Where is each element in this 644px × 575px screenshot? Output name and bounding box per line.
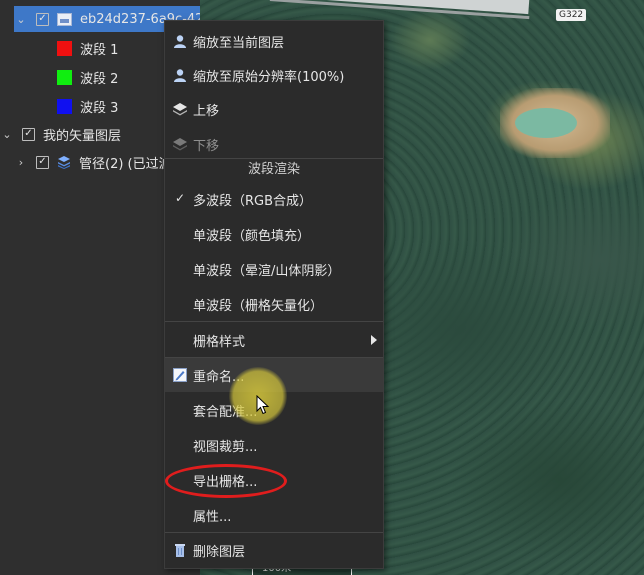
raster-layer-icon	[57, 12, 72, 26]
user-icon	[173, 34, 187, 48]
tree-item-band-2[interactable]: 波段 2	[57, 64, 118, 90]
pipeline-layer-checkbox[interactable]: ✓	[36, 155, 49, 169]
layer-checkbox[interactable]: ✓	[36, 12, 49, 26]
band-render-header: 波段渲染	[247, 162, 300, 177]
trash-icon	[173, 543, 187, 557]
band-1-swatch	[57, 40, 72, 56]
band-3-swatch	[57, 98, 72, 114]
edit-icon	[173, 368, 187, 382]
menu-delete-layer[interactable]: 删除图层	[165, 533, 383, 567]
layers-down-icon	[173, 137, 187, 151]
user-icon	[173, 68, 187, 82]
chevron-right-icon[interactable]: ›	[14, 155, 28, 169]
export-highlight-circle	[165, 464, 287, 498]
vector-group-checkbox[interactable]: ✓	[22, 127, 35, 141]
pond	[515, 108, 577, 138]
menu-separator	[165, 321, 383, 322]
band-1-label: 波段 1	[80, 42, 119, 58]
band-2-swatch	[57, 69, 72, 85]
pipeline-layer-label: 管径(2) (已过滤	[79, 156, 172, 172]
mouse-pointer-icon	[256, 394, 270, 419]
menu-multiband-rgb[interactable]: ✓ 多波段（RGB合成）	[165, 182, 383, 216]
menu-single-hillshade[interactable]: 单波段（晕渲/山体阴影）	[165, 252, 383, 286]
layers-up-icon	[173, 102, 187, 116]
menu-move-up[interactable]: 上移	[165, 92, 383, 126]
menu-zoom-native-resolution[interactable]: 缩放至原始分辨率(100%)	[165, 58, 383, 92]
check-icon: ✓	[175, 191, 186, 205]
chevron-down-icon[interactable]: ⌄	[0, 127, 14, 141]
tree-item-band-1[interactable]: 波段 1	[57, 35, 118, 61]
menu-zoom-to-layer[interactable]: 缩放至当前图层	[165, 24, 383, 58]
menu-properties[interactable]: 属性...	[165, 498, 383, 532]
menu-view-clip[interactable]: 视图裁剪...	[165, 428, 383, 462]
layers-stack-icon	[57, 155, 71, 169]
menu-move-down[interactable]: 下移	[165, 127, 383, 161]
road-label: G322	[556, 9, 587, 21]
menu-single-color-fill[interactable]: 单波段（颜色填充）	[165, 217, 383, 251]
menu-separator	[165, 158, 383, 159]
tree-item-vector-group[interactable]: ⌄ ✓ 我的矢量图层	[0, 121, 121, 147]
menu-raster-style[interactable]: 栅格样式	[165, 323, 383, 357]
chevron-down-icon[interactable]: ⌄	[14, 12, 28, 26]
submenu-arrow-icon	[371, 335, 377, 345]
band-3-label: 波段 3	[80, 100, 119, 116]
band-2-label: 波段 2	[80, 71, 119, 87]
vector-group-label: 我的矢量图层	[43, 128, 122, 144]
tree-item-band-3[interactable]: 波段 3	[57, 93, 118, 119]
menu-single-vectorize[interactable]: 单波段（栅格矢量化）	[165, 287, 383, 321]
